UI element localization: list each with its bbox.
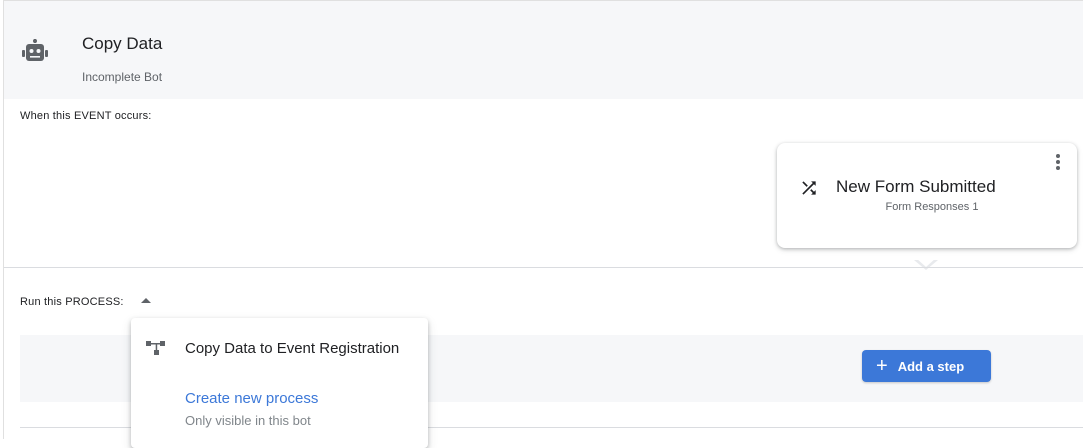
card-pointer-inner xyxy=(916,258,936,267)
process-option-label: Copy Data to Event Registration xyxy=(185,340,400,357)
create-process-hint: Only visible in this bot xyxy=(185,413,311,428)
more-vert-icon[interactable] xyxy=(1055,154,1061,172)
bot-status: Incomplete Bot xyxy=(82,70,163,84)
add-step-label: Add a step xyxy=(897,358,965,374)
plus-icon: + xyxy=(876,355,888,377)
event-section-label: When this EVENT occurs: xyxy=(20,110,152,122)
event-title: New Form Submitted xyxy=(836,177,996,196)
bot-title[interactable]: Copy Data xyxy=(82,34,162,54)
process-dropdown: Copy Data to Event Registration Create n… xyxy=(131,318,428,448)
shuffle-icon xyxy=(802,181,816,195)
robot-icon xyxy=(22,39,48,61)
bot-header: Copy Data Incomplete Bot xyxy=(4,1,1083,99)
flow-icon xyxy=(146,341,165,355)
process-section-label: Run this PROCESS: xyxy=(20,296,124,308)
add-step-button[interactable]: + Add a step xyxy=(862,350,991,382)
event-card[interactable]: New Form Submitted Form Responses 1 xyxy=(777,143,1077,248)
caret-up-icon[interactable] xyxy=(141,298,151,303)
event-source: Form Responses 1 xyxy=(885,201,979,213)
process-option[interactable]: Copy Data to Event Registration xyxy=(131,318,428,376)
create-process-link[interactable]: Create new process xyxy=(185,390,318,407)
section-divider xyxy=(4,267,1083,268)
